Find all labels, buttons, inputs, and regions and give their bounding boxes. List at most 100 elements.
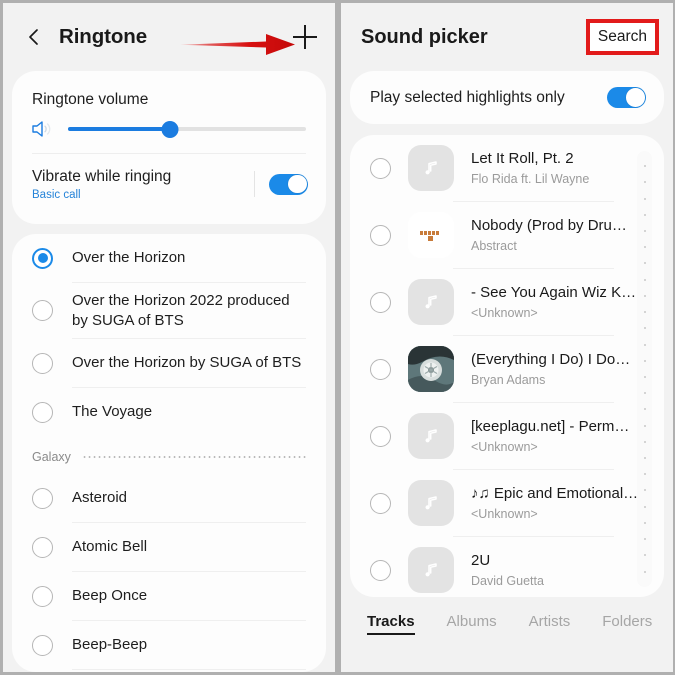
track-texts: (Everything I Do) I Do… Bryan Adams bbox=[471, 350, 650, 388]
track-row[interactable]: ♪♫ Epic and Emotional… <Unknown> bbox=[350, 470, 664, 536]
list-divider bbox=[72, 669, 306, 670]
track-artist: Abstract bbox=[471, 239, 517, 253]
index-dot bbox=[643, 473, 646, 476]
chevron-left-icon[interactable] bbox=[23, 26, 45, 48]
search-button[interactable]: Search bbox=[598, 28, 647, 46]
index-dot bbox=[643, 294, 646, 297]
track-texts: Let It Roll, Pt. 2 Flo Rida ft. Lil Wayne bbox=[471, 149, 650, 187]
ringtone-label: Beep Once bbox=[72, 587, 148, 605]
radio-button[interactable] bbox=[32, 634, 53, 656]
tab-tracks[interactable]: Tracks bbox=[367, 613, 415, 635]
toggle-separator bbox=[254, 171, 255, 197]
index-dot bbox=[643, 375, 646, 378]
index-dot bbox=[643, 229, 646, 232]
track-texts: [keeplagu.net] - Perm… <Unknown> bbox=[471, 417, 650, 455]
vibrate-while-ringing-row[interactable]: Vibrate while ringing Basic call bbox=[12, 154, 326, 216]
ringtone-row[interactable]: Beep-Beep bbox=[12, 621, 326, 669]
radio-button[interactable] bbox=[370, 224, 391, 246]
track-artist: <Unknown> bbox=[471, 507, 538, 521]
radio-button[interactable] bbox=[32, 352, 53, 374]
plus-icon[interactable] bbox=[293, 25, 317, 49]
tabs-container: Tracks Albums Artists Folders bbox=[367, 613, 673, 635]
track-artist: David Guetta bbox=[471, 574, 544, 588]
dotted-divider bbox=[82, 455, 306, 459]
ringtone-label: The Voyage bbox=[72, 403, 153, 421]
ringtone-label: Atomic Bell bbox=[72, 538, 148, 556]
tab-artists[interactable]: Artists bbox=[529, 613, 571, 633]
index-dot bbox=[643, 311, 646, 314]
tab-folders[interactable]: Folders bbox=[602, 613, 652, 633]
vibrate-title: Vibrate while ringing bbox=[32, 168, 172, 185]
track-texts: ♪♫ Epic and Emotional… <Unknown> bbox=[471, 484, 650, 522]
sound-picker-tabbar: Tracks Albums Artists Folders bbox=[341, 597, 673, 649]
radio-button[interactable] bbox=[370, 492, 391, 514]
index-dot bbox=[643, 213, 646, 216]
index-dot bbox=[643, 521, 646, 524]
ringtone-row[interactable]: Atomic Bell bbox=[12, 523, 326, 571]
speaker-icon[interactable] bbox=[30, 117, 56, 141]
radio-button[interactable] bbox=[370, 291, 391, 313]
vibrate-toggle[interactable] bbox=[269, 173, 308, 195]
radio-button-selected[interactable] bbox=[32, 247, 53, 269]
section-header-label: Galaxy bbox=[32, 450, 71, 464]
index-dot bbox=[643, 457, 646, 460]
radio-button[interactable] bbox=[32, 487, 53, 509]
ringtone-row[interactable]: Beep Once bbox=[12, 572, 326, 620]
track-row[interactable]: Nobody (Prod by Dru… Abstract bbox=[350, 202, 664, 268]
ringtone-row[interactable]: Over the Horizon 2022 produced by SUGA o… bbox=[12, 283, 326, 338]
index-scrollbar[interactable] bbox=[637, 151, 652, 587]
ringtone-row[interactable]: Over the Horizon bbox=[12, 234, 326, 282]
track-artist: <Unknown> bbox=[471, 440, 538, 454]
ringtone-volume-card: Ringtone volume Vibrate while ringing Ba… bbox=[12, 71, 326, 224]
search-button-highlight: Search bbox=[585, 19, 659, 55]
index-dot bbox=[643, 489, 646, 492]
track-row[interactable]: 2U David Guetta bbox=[350, 537, 664, 597]
music-note-icon bbox=[408, 480, 454, 526]
radio-button[interactable] bbox=[370, 358, 391, 380]
radio-button[interactable] bbox=[370, 157, 391, 179]
track-artist: Bryan Adams bbox=[471, 373, 546, 387]
tab-albums[interactable]: Albums bbox=[447, 613, 497, 633]
index-dot bbox=[643, 165, 646, 168]
index-dot bbox=[643, 408, 646, 411]
track-title: ♪♫ Epic and Emotional… bbox=[471, 485, 639, 502]
ringtone-row[interactable]: Over the Horizon by SUGA of BTS bbox=[12, 339, 326, 387]
track-texts: 2U David Guetta bbox=[471, 551, 650, 589]
ringtone-volume-slider[interactable] bbox=[68, 120, 306, 138]
track-artist: Flo Rida ft. Lil Wayne bbox=[471, 172, 590, 186]
radio-button[interactable] bbox=[370, 559, 391, 581]
tracks-list-card: Let It Roll, Pt. 2 Flo Rida ft. Lil Wayne… bbox=[350, 135, 664, 597]
track-title: - See You Again Wiz K… bbox=[471, 284, 637, 301]
radio-button[interactable] bbox=[32, 300, 53, 321]
track-texts: Nobody (Prod by Dru… Abstract bbox=[471, 216, 650, 254]
index-dot bbox=[643, 424, 646, 427]
track-row[interactable]: - See You Again Wiz K… <Unknown> bbox=[350, 269, 664, 335]
vibrate-subtitle[interactable]: Basic call bbox=[32, 189, 254, 201]
ringtone-settings-screen: Ringtone Ringtone volume Vibrate while r… bbox=[3, 3, 335, 672]
slider-thumb[interactable] bbox=[161, 120, 179, 138]
ringtone-row[interactable]: The Voyage bbox=[12, 388, 326, 436]
track-row[interactable]: (Everything I Do) I Do… Bryan Adams bbox=[350, 336, 664, 402]
play-highlights-label: Play selected highlights only bbox=[370, 88, 565, 106]
index-dot bbox=[643, 278, 646, 281]
radio-button[interactable] bbox=[32, 401, 53, 423]
radio-button[interactable] bbox=[32, 536, 53, 558]
volume-slider-row bbox=[12, 115, 326, 153]
track-row[interactable]: Let It Roll, Pt. 2 Flo Rida ft. Lil Wayne bbox=[350, 135, 664, 201]
ringtone-list-card: Over the Horizon Over the Horizon 2022 pr… bbox=[12, 234, 326, 672]
page-title: Ringtone bbox=[59, 25, 148, 48]
track-title: (Everything I Do) I Do… bbox=[471, 351, 631, 368]
slider-fill bbox=[68, 127, 171, 131]
index-dot bbox=[643, 197, 646, 200]
index-dot bbox=[643, 440, 646, 443]
ringtone-row[interactable]: Asteroid bbox=[12, 474, 326, 522]
track-title: [keeplagu.net] - Perm… bbox=[471, 418, 630, 435]
radio-button[interactable] bbox=[370, 425, 391, 447]
track-row[interactable]: [keeplagu.net] - Perm… <Unknown> bbox=[350, 403, 664, 469]
ringtone-label: Over the Horizon 2022 produced by SUGA o… bbox=[72, 292, 290, 329]
play-highlights-row[interactable]: Play selected highlights only bbox=[350, 71, 664, 124]
play-highlights-toggle[interactable] bbox=[607, 87, 646, 108]
radio-button[interactable] bbox=[32, 585, 53, 607]
ringtone-label: Over the Horizon bbox=[72, 249, 186, 267]
index-dot bbox=[643, 262, 646, 265]
